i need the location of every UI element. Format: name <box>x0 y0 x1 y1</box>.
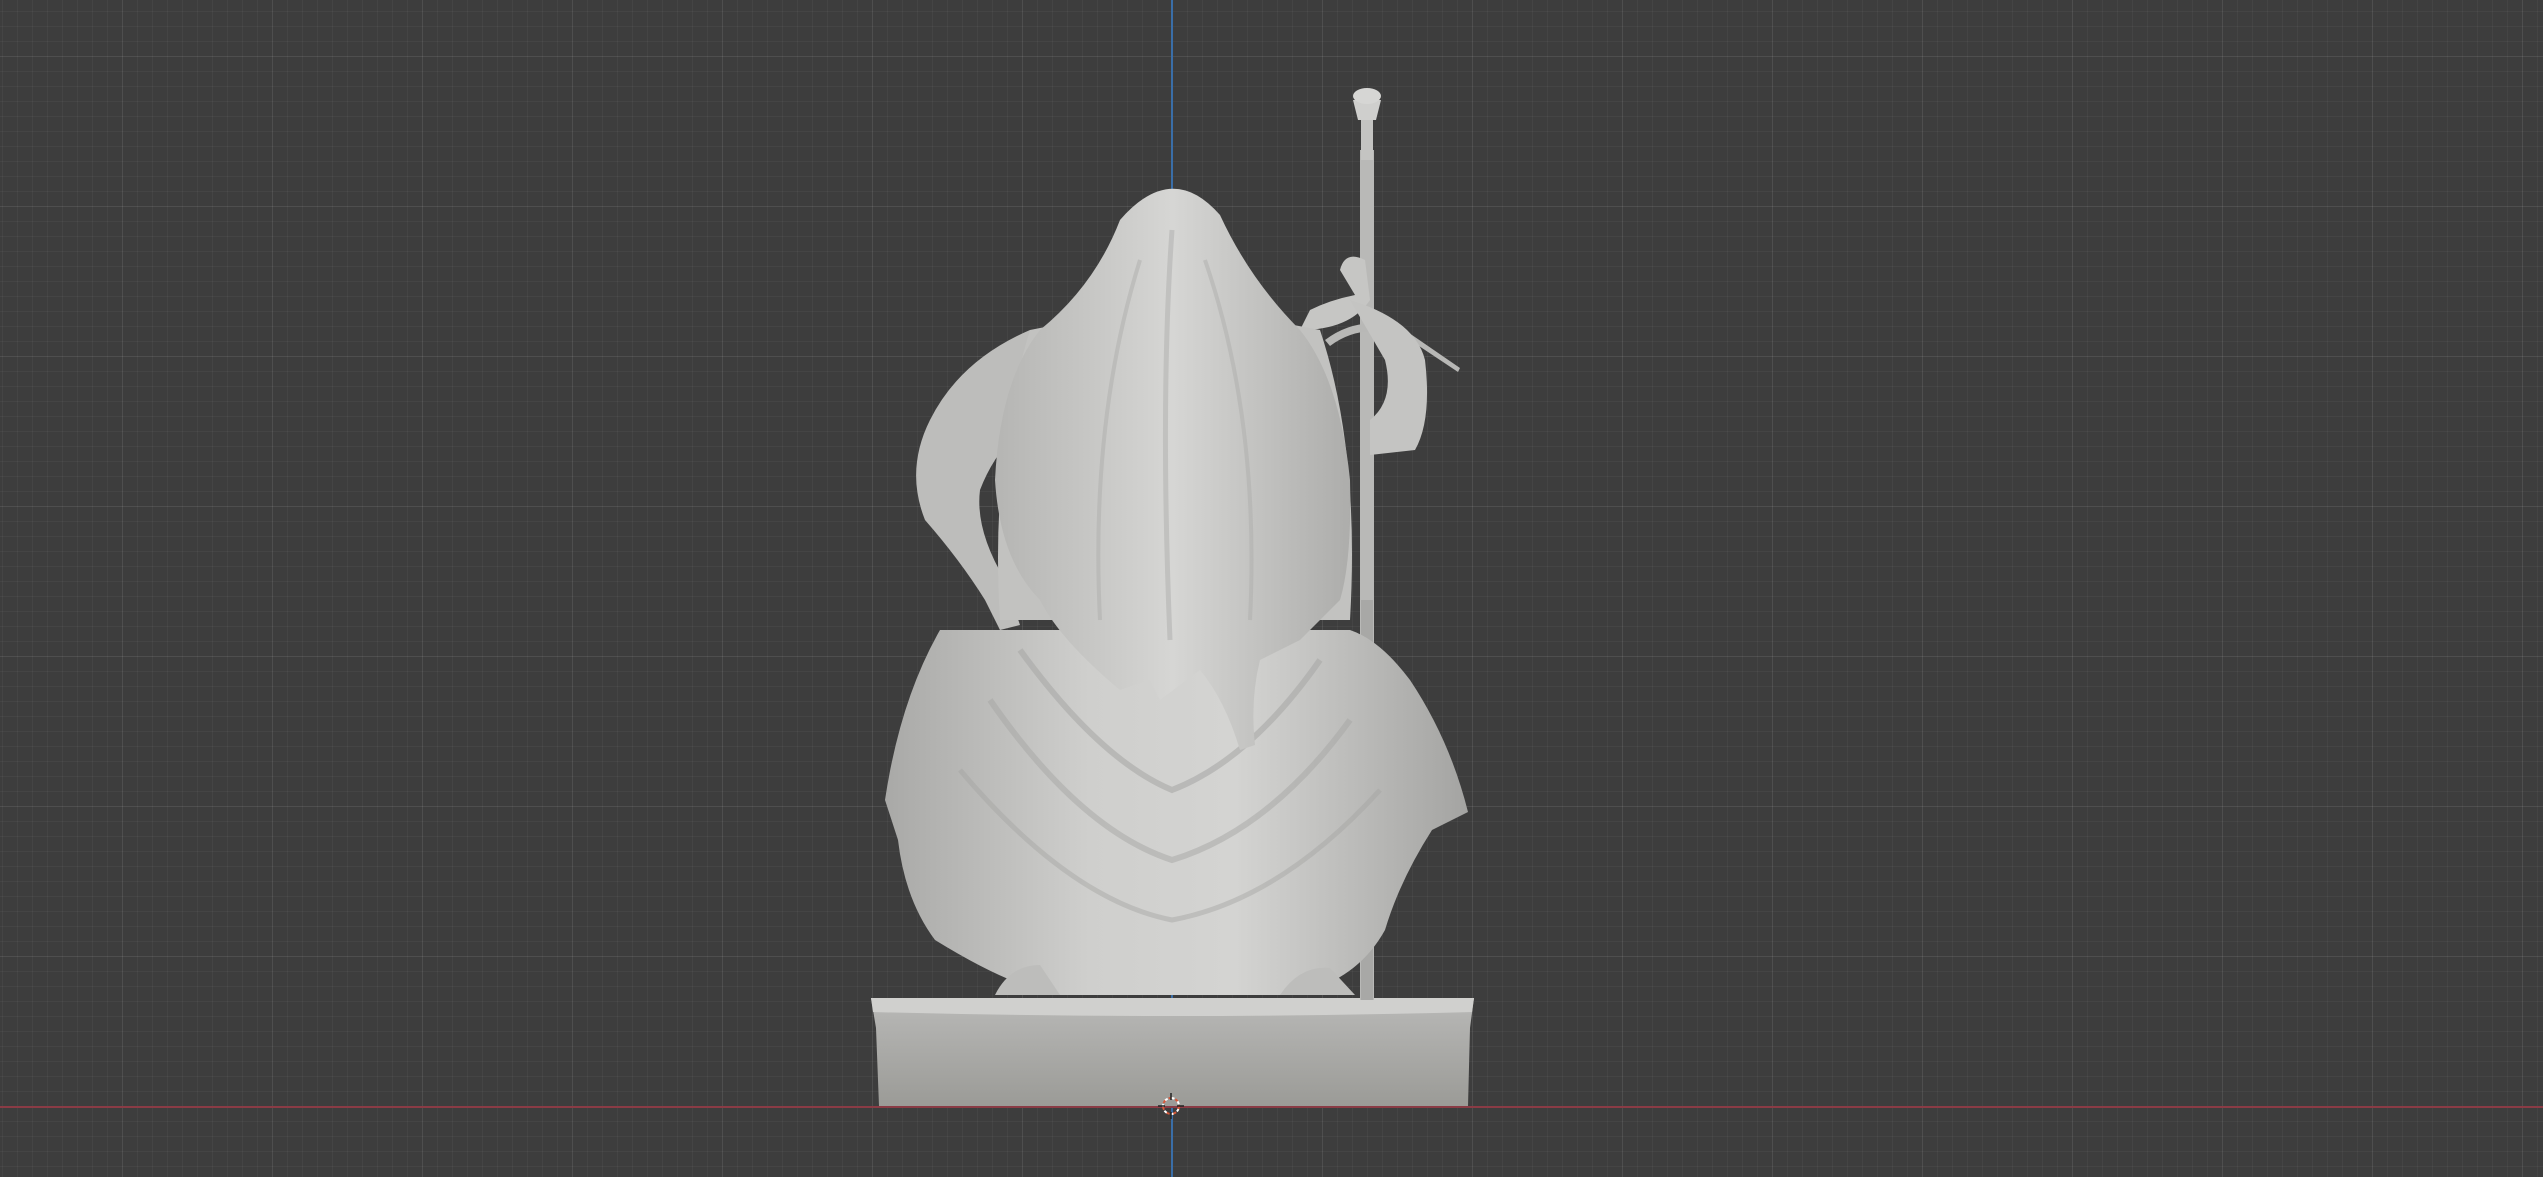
3d-viewport[interactable] <box>0 0 2543 1177</box>
scene-view[interactable] <box>0 0 2543 1177</box>
3d-cursor-icon[interactable] <box>1157 1092 1185 1120</box>
statue-pedestal[interactable] <box>871 998 1474 1106</box>
